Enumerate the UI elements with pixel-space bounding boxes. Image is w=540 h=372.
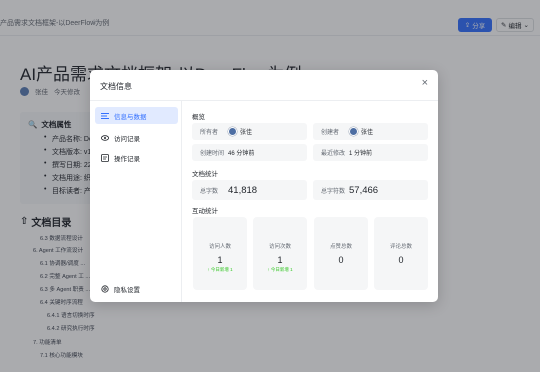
nav-privacy-settings[interactable]: 隐私设置 [95,280,178,297]
stat-label: 访问人数 [208,244,231,250]
eye-icon [101,134,109,142]
dialog-title: 文档信息 [100,82,132,91]
close-icon[interactable]: × [422,78,428,89]
stat-card-visits: 访问次数 1 ↑ 今日新增 1 [253,217,307,290]
overview-title: 概览 [192,114,205,121]
stat-card-visitors: 访问人数 1 ↑ 今日新增 1 [193,217,247,290]
stat-delta: ↑ 今日新增 1 [207,267,233,272]
list-icon [101,112,109,120]
words-label: 总字数 [200,188,219,195]
creator-label: 创建者 [321,130,340,136]
document-info-dialog: 文档信息 × 信息与数据 访问记录 操作记录 隐私设置 概览 所有者 张佳 创建… [90,70,438,302]
nav-label: 访问记录 [114,135,140,143]
nav-label: 隐私设置 [114,286,140,294]
avatar [349,127,358,136]
owner-field: 所有者 张佳 [192,123,307,140]
nav-label: 操作记录 [114,155,140,163]
stat-label: 点赞总数 [329,244,352,250]
creator-name[interactable]: 张佳 [361,127,373,136]
gear-icon [101,284,109,293]
stat-card-comments: 评论总数 0 [374,217,428,290]
creator-field: 创建者 张佳 [313,123,428,140]
nav-operation-log[interactable]: 操作记录 [95,149,178,166]
nav-info-data[interactable]: 信息与数据 [95,107,178,124]
created-field: 创建时间 46 分钟前 [192,144,307,161]
nav-visit-log[interactable]: 访问记录 [95,129,178,146]
chars-value: 57,466 [349,184,379,196]
owner-name[interactable]: 张佳 [240,127,252,136]
modified-label: 最近修改 [321,151,346,157]
dialog-sidebar: 信息与数据 访问记录 操作记录 隐私设置 [90,101,182,302]
history-icon [101,153,109,162]
char-count-field: 总字符数 57,466 [313,180,428,200]
modified-field: 最近修改 1 分钟前 [313,144,428,161]
words-value: 41,818 [228,184,258,196]
creator-value: 张佳 [349,127,373,136]
owner-value: 张佳 [228,127,252,136]
stat-value: 1 [217,255,223,265]
stat-label: 访问次数 [268,244,291,250]
nav-label: 信息与数据 [114,113,147,121]
owner-label: 所有者 [200,130,219,136]
stat-card-likes: 点赞总数 0 [314,217,368,290]
doc-stats-title: 文档统计 [192,171,218,178]
stat-value: 1 [277,255,283,265]
word-count-field: 总字数 41,818 [192,180,307,200]
created-label: 创建时间 [200,151,225,157]
chars-label: 总字符数 [321,188,346,195]
stat-value: 0 [398,255,404,265]
modified-value: 1 分钟前 [349,151,373,157]
stat-value: 0 [338,255,344,265]
avatar [228,127,237,136]
interaction-stats-title: 互动统计 [192,208,218,215]
created-value: 46 分钟前 [228,151,255,157]
stat-delta: ↑ 今日新增 1 [267,267,293,272]
stat-label: 评论总数 [389,244,412,250]
